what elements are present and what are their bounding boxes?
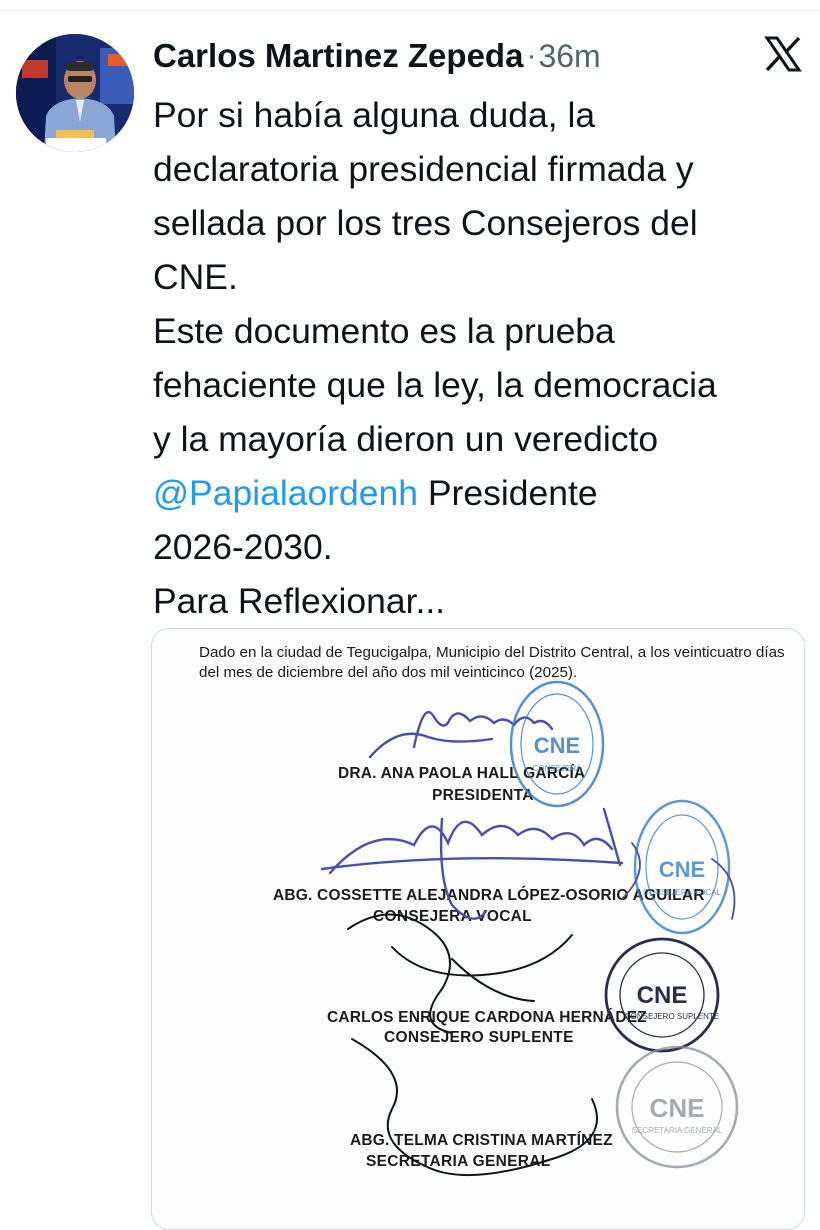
post-text-line: fehaciente que la ley, la democracia — [153, 365, 717, 405]
attached-image[interactable]: Dado en la ciudad de Tegucigalpa, Munici… — [151, 628, 805, 1230]
post-text: Por si había alguna duda, la declaratori… — [153, 88, 803, 628]
mention-link[interactable]: @Papialaordenh — [153, 473, 418, 513]
signatory-name: DRA. ANA PAOLA HALL GARCÍA — [338, 765, 586, 782]
seal-stamp: CNE SECRETARIA GENERAL — [615, 1045, 739, 1169]
signatory-title: CONSEJERO SUPLENTE — [384, 1029, 574, 1046]
signature-scribble — [621, 842, 736, 920]
seal-center-text: CNE — [534, 733, 580, 758]
top-divider — [0, 10, 820, 11]
post-timestamp[interactable]: 36m — [538, 38, 600, 75]
seal-role-text: SECRETARIA GENERAL — [632, 1126, 723, 1135]
post-text-line: declaratoria presidencial firmada y — [153, 149, 694, 189]
signatory-title: SECRETARIA GENERAL — [366, 1153, 551, 1170]
signatory-name: CARLOS ENRIQUE CARDONA HERNÁDEZ — [327, 1009, 647, 1026]
post-text-line: sellada por los tres Consejeros del — [153, 203, 698, 243]
post-text-line: CNE. — [153, 257, 238, 297]
signatory-title: CONSEJERA VOCAL — [373, 908, 532, 925]
seal-center-text: CNE — [650, 1093, 705, 1123]
author-avatar[interactable] — [16, 34, 134, 152]
signature-scribble — [368, 710, 554, 759]
signatory-title: PRESIDENTA — [432, 787, 534, 804]
post-text-line: Para Reflexionar... — [153, 581, 446, 621]
post-text-fragment: Presidente — [418, 473, 598, 513]
post-text-line: Por si había alguna duda, la — [153, 95, 596, 135]
seal-stamp: CNE CONSEJERA VOCAL — [633, 799, 731, 935]
header-separator: · — [526, 39, 537, 72]
document-scan: Dado en la ciudad de Tegucigalpa, Munici… — [152, 629, 804, 1229]
avatar-photo — [16, 34, 134, 152]
post-text-line: 2026-2030. — [153, 527, 333, 567]
seal-stamp: CNE CONSEJERO SUPLENTE — [604, 937, 720, 1053]
post-header: Carlos Martinez Zepeda · 36m — [153, 28, 601, 84]
signatory-name: ABG. COSSETTE ALEJANDRA LÓPEZ-OSORIO AGU… — [273, 887, 705, 904]
author-name[interactable]: Carlos Martinez Zepeda — [153, 37, 523, 75]
post-text-line: Este documento es la prueba — [153, 311, 615, 351]
post-text-line: y la mayoría dieron un veredicto — [153, 419, 659, 459]
signatory-name: ABG. TELMA CRISTINA MARTÍNEZ — [350, 1132, 613, 1149]
seal-center-text: CNE — [637, 982, 688, 1009]
post-text-line-mention: @Papialaordenh Presidente — [153, 466, 803, 520]
x-logo-icon[interactable] — [763, 34, 803, 74]
seal-center-text: CNE — [659, 857, 705, 882]
document-paragraph: Dado en la ciudad de Tegucigalpa, Munici… — [199, 644, 785, 681]
